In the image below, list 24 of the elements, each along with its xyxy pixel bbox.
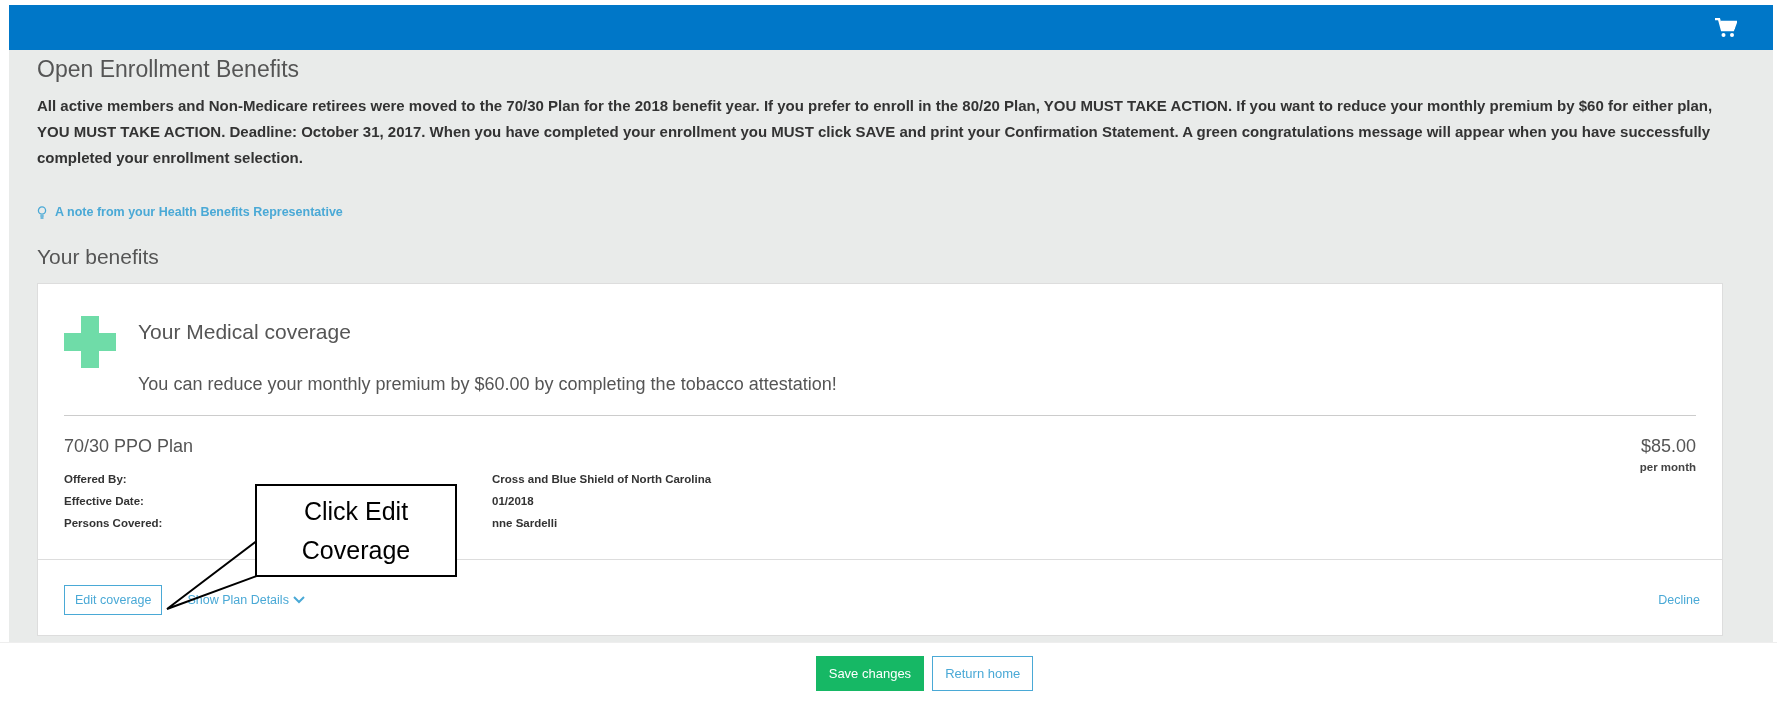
detail-value: Cross and Blue Shield of North Carolina xyxy=(492,473,712,485)
plan-price: $85.00 xyxy=(1639,436,1696,457)
edit-coverage-button[interactable]: Edit coverage xyxy=(64,585,163,615)
representative-note-link[interactable]: A note from your Health Benefits Representative xyxy=(55,205,343,219)
detail-value: 01/2018 xyxy=(492,495,534,507)
return-home-button[interactable]: Return home xyxy=(932,655,1034,691)
coverage-message: You can reduce your monthly premium by $60.00 by completing the tobacco attestation! xyxy=(138,374,837,395)
coverage-title: Your Medical coverage xyxy=(138,320,352,344)
detail-value: nne Sardelli xyxy=(492,517,558,529)
chevron-down-icon xyxy=(292,596,305,604)
decline-link[interactable]: Decline xyxy=(1658,593,1700,607)
price-unit: per month xyxy=(1639,461,1696,473)
notice-text: All active members and Non-Medicare retirees were moved to the 70/30 Plan for the 2018 benefit year. If you prefer to enroll in the 80/20 Plan, YOU MUST TAKE ACTION. If you want to reduce your monthly premium by $60 for either plan, YOU MUST TAKE ACTION. Deadline: October 31, 2017. When you have completed your enrollment you MUST click SAVE and print your Confirmation Statement. A green congratulations message will appear when you have successfully completed your enrollment selection. xyxy=(37,96,1714,168)
page-title: Open Enrollment Benefits xyxy=(37,56,301,83)
medical-cross-icon xyxy=(64,316,116,368)
lightbulb-icon xyxy=(37,205,47,219)
detail-label: Effective Date: xyxy=(64,495,144,507)
cart-icon[interactable] xyxy=(1715,17,1737,38)
section-title: Your benefits xyxy=(37,245,160,269)
save-changes-button[interactable]: Save changes xyxy=(815,655,925,691)
detail-label: Offered By: xyxy=(64,473,127,485)
plan-name: 70/30 PPO Plan xyxy=(64,436,194,458)
detail-label: Persons Covered: xyxy=(64,517,163,529)
callout-box: Click Edit Coverage xyxy=(255,484,457,577)
